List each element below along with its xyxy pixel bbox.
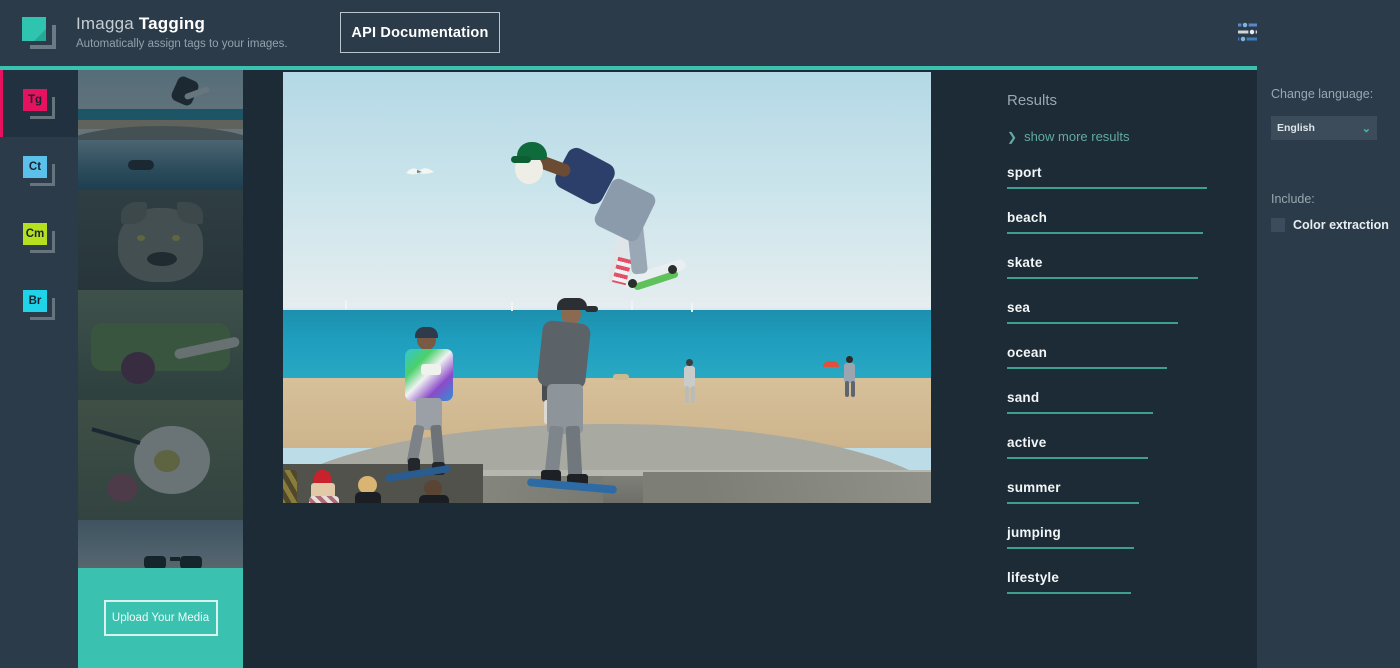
skater-cap-brim (511, 156, 531, 163)
results-title: Results (1007, 92, 1058, 109)
tag-label: sport (1007, 165, 1042, 180)
tag-label: skate (1007, 255, 1043, 270)
tag-confidence-bar (1007, 502, 1139, 504)
include-label: Include: (1271, 192, 1315, 206)
main-image-preview[interactable] (283, 72, 931, 503)
tag-label: sand (1007, 390, 1040, 405)
tag-confidence-bar (1007, 277, 1198, 279)
tag-confidence-bar (1007, 187, 1207, 189)
tag-row[interactable]: skate (1007, 255, 1222, 279)
tag-label: lifestyle (1007, 570, 1060, 585)
upload-your-media-button[interactable]: Upload Your Media (103, 600, 218, 636)
rail-item-barcode[interactable]: Br (0, 271, 78, 338)
page-subtitle: Automatically assign tags to your images… (76, 38, 288, 50)
glyph-square: Cm (23, 222, 47, 245)
rail-item-categorization[interactable]: Ct (0, 137, 78, 204)
thumb-blossom[interactable] (78, 400, 243, 520)
tag-label: active (1007, 435, 1047, 450)
thumb-skatepark[interactable] (78, 70, 243, 140)
upload-panel: Upload Your Media (78, 568, 243, 668)
show-more-results-label: show more results (1024, 129, 1130, 144)
tag-row[interactable]: beach (1007, 210, 1222, 234)
tag-row[interactable]: sea (1007, 300, 1222, 324)
color-extraction-option[interactable]: Color extraction (1271, 218, 1389, 232)
categorization-icon: Ct (23, 155, 55, 186)
sailboat (631, 301, 633, 310)
image-ramp-right (643, 472, 931, 503)
thumbnail-overlay (78, 140, 243, 190)
rail-item-color-match[interactable]: Cm (0, 204, 78, 271)
tag-row[interactable]: active (1007, 435, 1222, 459)
glyph-square: Br (23, 289, 47, 312)
thumbnail-overlay (78, 190, 243, 290)
options-accent-line (1257, 66, 1400, 70)
product-rail: Tg Ct Cm Br (0, 70, 78, 668)
tag-confidence-bar (1007, 457, 1148, 459)
color-extraction-checkbox[interactable] (1271, 218, 1285, 232)
tag-confidence-bar (1007, 412, 1153, 414)
tag-confidence-bar (1007, 367, 1167, 369)
change-language-label: Change language: (1271, 87, 1374, 101)
glyph-square: Ct (23, 155, 47, 178)
sailboat (345, 300, 347, 309)
tag-confidence-bar (1007, 547, 1134, 549)
tag-row[interactable]: sand (1007, 390, 1222, 414)
tag-confidence-bar (1007, 322, 1178, 324)
sailboat (691, 303, 693, 312)
thumbnail-overlay (78, 70, 243, 140)
thumb-wolf[interactable] (78, 190, 243, 290)
color-match-icon: Cm (23, 222, 55, 253)
brand-block: Imagga Tagging Automatically assign tags… (76, 14, 288, 50)
seagull-icon (406, 168, 434, 175)
tagging-icon: Tg (23, 88, 55, 119)
options-sidebar: Change language: English ⌄ Include: Colo… (1257, 0, 1400, 668)
tag-label: ocean (1007, 345, 1048, 360)
thumbnail-overlay (78, 400, 243, 520)
show-more-results-link[interactable]: ❯ show more results (1007, 129, 1222, 144)
thumbnail-overlay (78, 290, 243, 400)
tag-label: beach (1007, 210, 1048, 225)
page-title: Imagga Tagging (76, 14, 288, 34)
tag-row[interactable]: jumping (1007, 525, 1222, 549)
color-extraction-label: Color extraction (1293, 218, 1389, 232)
tag-row[interactable]: summer (1007, 480, 1222, 504)
barcode-icon: Br (23, 289, 55, 320)
tag-row[interactable]: ocean (1007, 345, 1222, 369)
app-root: Imagga Tagging Automatically assign tags… (0, 0, 1400, 668)
tag-confidence-bar (1007, 592, 1131, 594)
tag-confidence-bar (1007, 232, 1203, 234)
imagga-logo-icon (22, 17, 56, 49)
app-header: Imagga Tagging Automatically assign tags… (0, 0, 1330, 66)
image-sea (283, 310, 931, 382)
brand-bold: Tagging (138, 14, 206, 33)
chevron-right-icon: ❯ (1007, 129, 1018, 144)
language-select-value: English (1277, 122, 1315, 134)
sailboat (511, 302, 513, 311)
rail-item-tagging[interactable]: Tg (0, 70, 78, 137)
thumb-surfer[interactable] (78, 140, 243, 190)
tag-label: jumping (1007, 525, 1061, 540)
thumb-vegetables[interactable] (78, 290, 243, 400)
tag-row[interactable]: lifestyle (1007, 570, 1222, 594)
language-select[interactable]: English ⌄ (1271, 116, 1377, 140)
tag-row[interactable]: sport (1007, 165, 1222, 189)
tag-list: sport beach skate sea ocean sand active summer j… (1007, 165, 1222, 594)
tag-label: sea (1007, 300, 1031, 315)
api-documentation-button[interactable]: API Documentation (340, 12, 500, 53)
tag-label: summer (1007, 480, 1061, 495)
chevron-down-icon: ⌄ (1361, 122, 1371, 135)
brand-prefix: Imagga (76, 14, 139, 33)
glyph-square: Tg (23, 88, 47, 111)
results-panel: Results ❯ show more results sport beach sk… (1007, 92, 1222, 615)
